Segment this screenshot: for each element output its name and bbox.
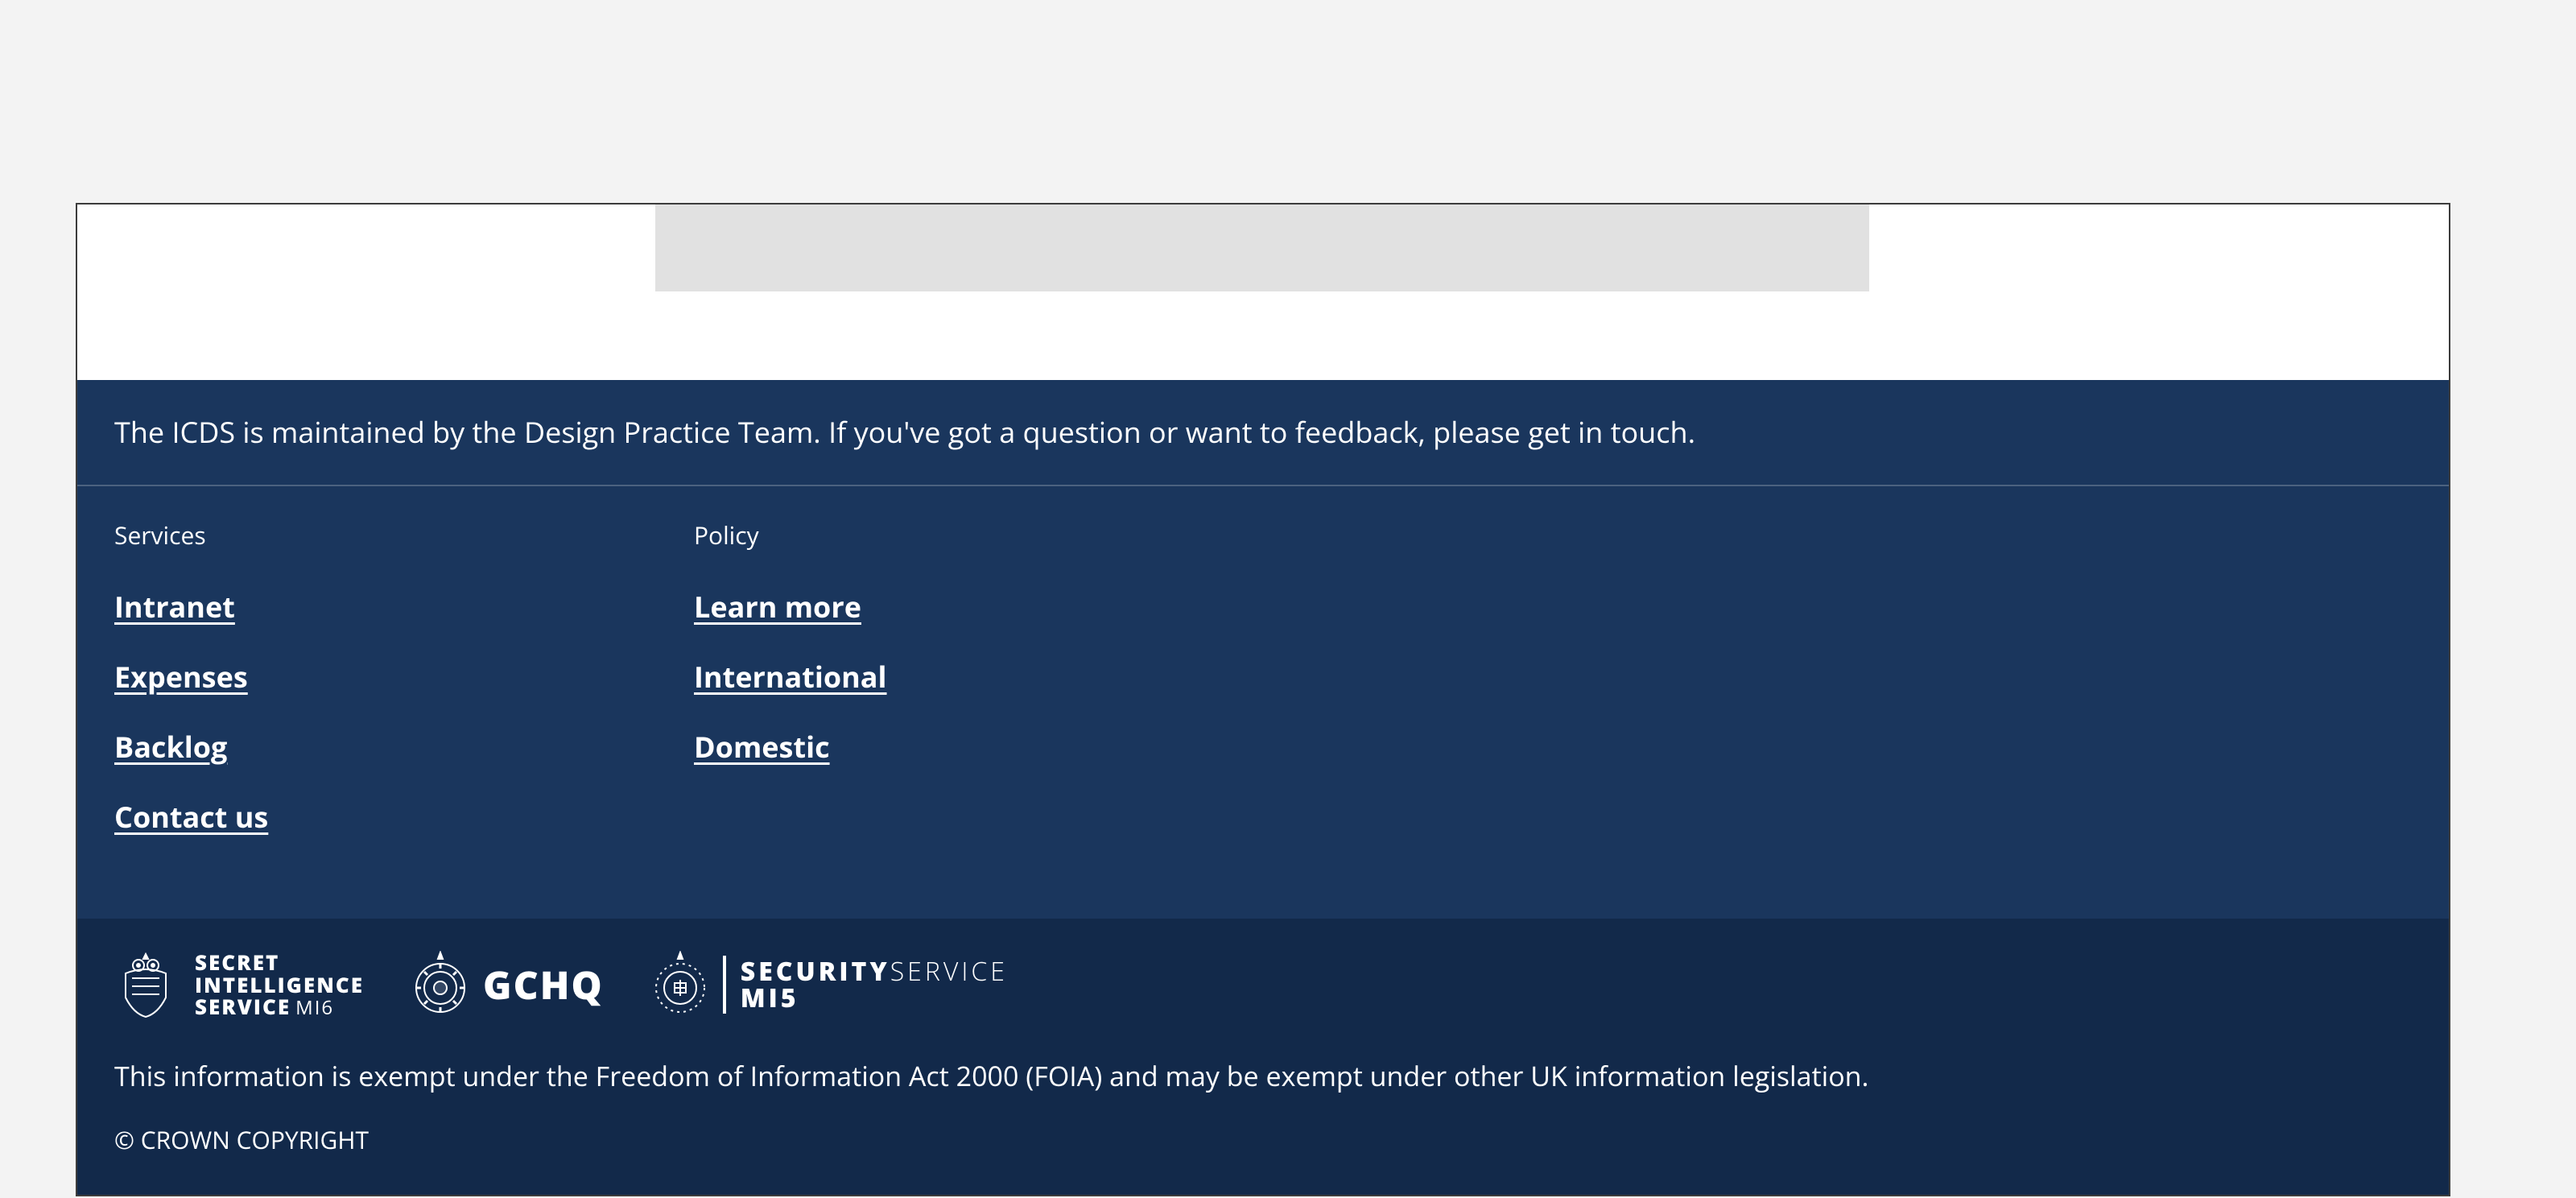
footer-col-title-services: Services (114, 518, 324, 551)
footer-link-intranet[interactable]: Intranet (114, 587, 235, 626)
logo-mi5-line2: MI5 (741, 985, 1008, 1012)
page-frame: The ICDS is maintained by the Design Pra… (76, 203, 2450, 1196)
footer-link-columns: Services Intranet Expenses Backlog Conta… (114, 518, 2412, 867)
logo-mi6-line3-bold: SERVICE (195, 992, 291, 1021)
gchq-emblem-icon (412, 951, 469, 1018)
logo-mi5-line1-thin: SERVICE (890, 954, 1008, 989)
footer-col-policy: Policy Learn more International Domestic (694, 518, 903, 867)
logo-mi5-text: SECURITYSERVICE MI5 (741, 958, 1008, 1012)
content-band (77, 204, 2449, 380)
footer-link-contact-us[interactable]: Contact us (114, 797, 268, 837)
footer-link-expenses[interactable]: Expenses (114, 657, 248, 696)
footer-foia-text: This information is exempt under the Fre… (114, 1057, 2412, 1094)
content-panel (631, 204, 1895, 328)
logo-mi6-line3: SERVICEMI6 (195, 996, 364, 1018)
logo-gchq: GCHQ (412, 951, 604, 1018)
footer-upper: The ICDS is maintained by the Design Pra… (77, 380, 2449, 919)
footer-logo-row: SECRET INTELLIGENCE SERVICEMI6 (114, 951, 2412, 1018)
footer-copyright-text: © CROWN COPYRIGHT (114, 1123, 2412, 1156)
footer-link-international[interactable]: International (694, 657, 887, 696)
logo-mi6-line3-thin: MI6 (295, 994, 334, 1021)
mi5-emblem-icon (652, 951, 708, 1018)
footer-link-learn-more[interactable]: Learn more (694, 587, 861, 626)
logo-mi6: SECRET INTELLIGENCE SERVICEMI6 (114, 951, 364, 1018)
crest-icon (114, 951, 177, 1018)
footer-link-domestic[interactable]: Domestic (694, 727, 830, 766)
logo-gchq-word: GCHQ (483, 959, 604, 1011)
content-placeholder (655, 204, 1869, 291)
footer-lower: SECRET INTELLIGENCE SERVICEMI6 (77, 919, 2449, 1195)
logo-mi5-divider (723, 956, 726, 1014)
footer-divider (77, 485, 2449, 486)
footer-intro-text: The ICDS is maintained by the Design Pra… (114, 412, 2412, 485)
logo-mi5: SECURITYSERVICE MI5 (652, 951, 1008, 1018)
footer-col-title-policy: Policy (694, 518, 903, 551)
footer-col-services: Services Intranet Expenses Backlog Conta… (114, 518, 324, 867)
logo-mi6-text: SECRET INTELLIGENCE SERVICEMI6 (195, 952, 364, 1018)
footer-link-backlog[interactable]: Backlog (114, 727, 227, 766)
